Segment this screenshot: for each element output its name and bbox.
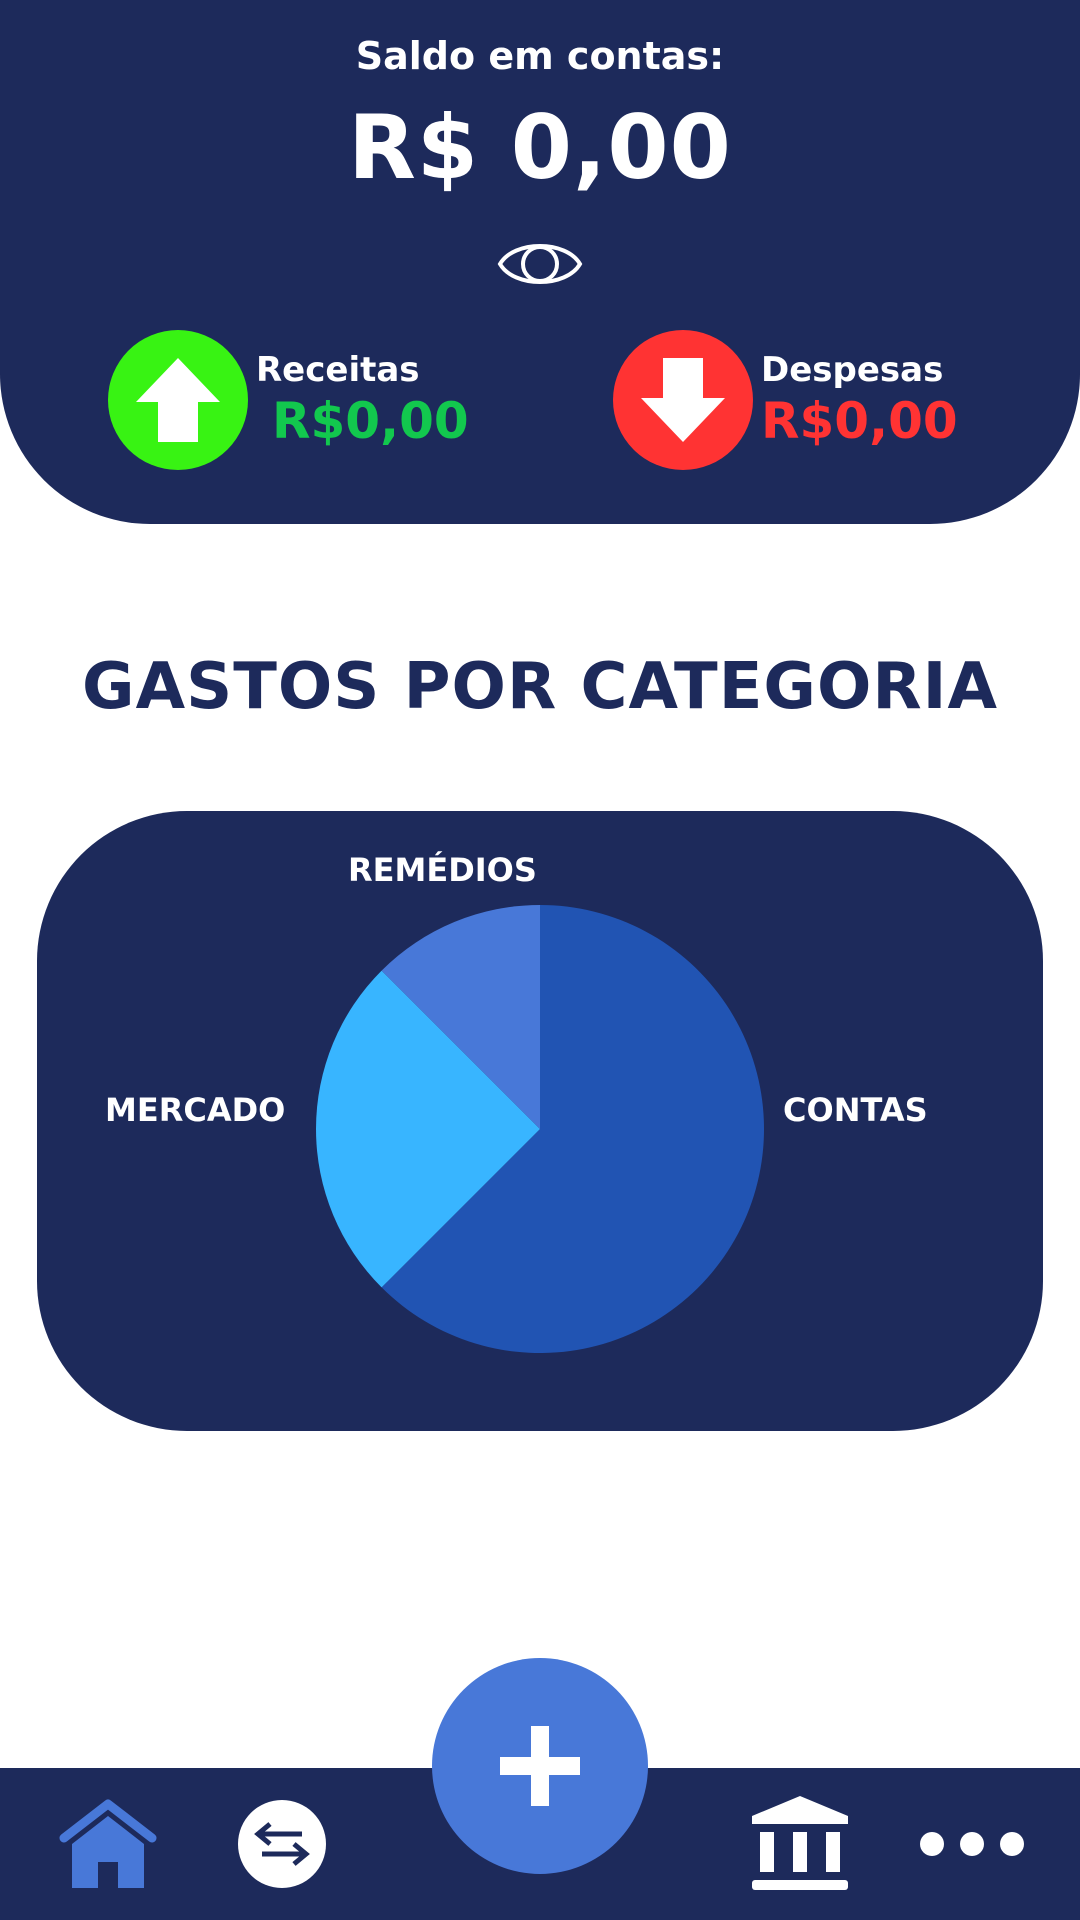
balance-value: R$ 0,00 — [348, 96, 732, 199]
eye-icon[interactable] — [496, 232, 584, 296]
transfer-icon[interactable] — [238, 1800, 326, 1888]
plus-icon — [500, 1726, 580, 1806]
expenses-label: Despesas — [761, 350, 944, 390]
pie-label-contas: CONTAS — [783, 1091, 928, 1129]
home-icon[interactable] — [58, 1798, 158, 1890]
pie-label-remedios: REMÉDIOS — [348, 851, 537, 889]
pie-label-mercado: MERCADO — [105, 1091, 286, 1129]
balance-header: Saldo em contas: R$ 0,00 Receitas R$0,00… — [0, 0, 1080, 524]
arrow-down-icon — [613, 330, 753, 470]
more-icon[interactable] — [918, 1826, 1026, 1862]
section-title: GASTOS POR CATEGORIA — [82, 650, 998, 724]
add-button[interactable] — [432, 1658, 648, 1874]
expenses-value: R$0,00 — [761, 392, 958, 450]
app-screen: Saldo em contas: R$ 0,00 Receitas R$0,00… — [0, 0, 1080, 1920]
arrow-up-icon — [108, 330, 248, 470]
bank-icon[interactable] — [748, 1794, 852, 1894]
category-chart-card: REMÉDIOS MERCADO CONTAS — [37, 811, 1043, 1431]
income-label: Receitas — [256, 350, 420, 390]
income-value: R$0,00 — [272, 392, 469, 450]
balance-label: Saldo em contas: — [355, 34, 725, 78]
